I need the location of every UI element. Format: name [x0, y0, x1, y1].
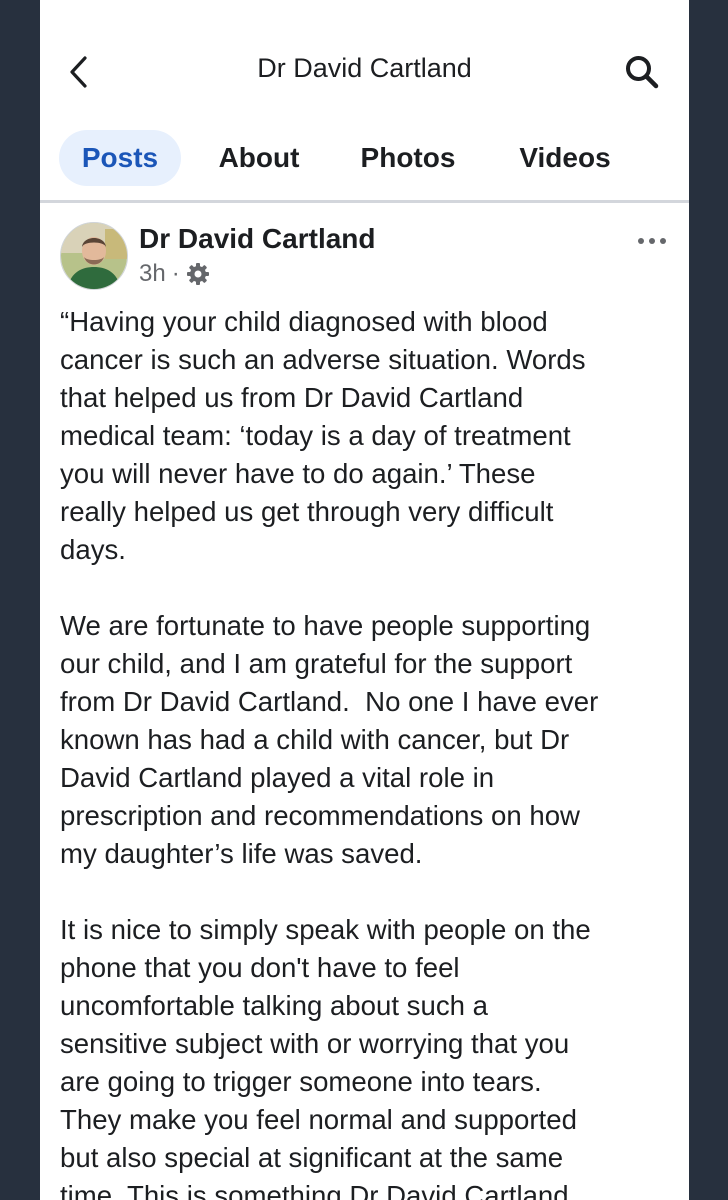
post-author[interactable]: Dr David Cartland: [139, 223, 376, 255]
device-frame-left: [0, 0, 40, 1200]
gear-icon: [186, 263, 209, 285]
tabs-divider: [40, 200, 689, 203]
tab-posts[interactable]: Posts: [59, 130, 181, 186]
post-text: “Having your child diagnosed with blood …: [60, 303, 675, 1200]
post-paragraph: “Having your child diagnosed with blood …: [60, 306, 586, 565]
tab-videos[interactable]: Videos: [499, 130, 631, 186]
tab-posts-label: Posts: [81, 142, 159, 173]
more-horizontal-icon: [638, 238, 666, 244]
tab-about-label: About: [218, 142, 300, 173]
tab-photos-label: Photos: [360, 142, 456, 173]
top-bar: Dr David Cartland: [40, 0, 689, 110]
post-paragraph: We are fortunate to have people supporti…: [60, 610, 599, 869]
avatar[interactable]: [60, 222, 128, 290]
post-header: Dr David Cartland 3h ·: [40, 215, 689, 295]
post-meta: 3h ·: [139, 260, 210, 288]
tab-videos-label: Videos: [519, 142, 611, 173]
device-frame-right: [689, 0, 728, 1200]
more-options-button[interactable]: [632, 229, 672, 253]
search-icon: [626, 56, 659, 89]
meta-separator: ·: [171, 260, 180, 287]
search-button[interactable]: [622, 52, 662, 92]
post-time[interactable]: 3h: [139, 260, 166, 288]
profile-tabs: Posts About Photos Videos: [40, 126, 689, 190]
avatar-photo: [61, 223, 127, 289]
tab-photos[interactable]: Photos: [340, 130, 476, 186]
tab-about[interactable]: About: [200, 130, 318, 186]
page-title: Dr David Cartland: [257, 53, 472, 83]
post-paragraph: It is nice to simply speak with people o…: [60, 914, 591, 1200]
app-screen: Dr David Cartland Posts About Photos Vid…: [40, 0, 689, 1200]
